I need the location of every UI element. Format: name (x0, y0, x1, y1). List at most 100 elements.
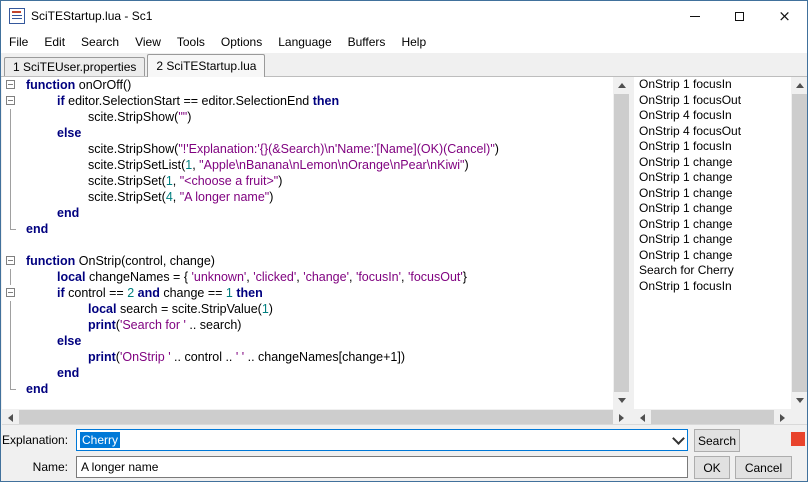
menu-item-buffers[interactable]: Buffers (340, 32, 394, 52)
scroll-down-icon[interactable] (791, 392, 808, 409)
minimize-icon (690, 16, 700, 17)
code-line[interactable]: print('Search for ' .. search) (2, 317, 613, 333)
code-line[interactable]: else (2, 125, 613, 141)
menu-bar: FileEditSearchViewToolsOptionsLanguageBu… (1, 31, 807, 53)
output-line: OnStrip 1 change (634, 248, 791, 264)
title-bar[interactable]: SciTEStartup.lua - Sc1 × (1, 1, 807, 31)
output-line: OnStrip 1 focusIn (634, 139, 791, 155)
output-line: OnStrip 4 focusIn (634, 108, 791, 124)
code-line[interactable]: else (2, 333, 613, 349)
cancel-button[interactable]: Cancel (735, 456, 792, 479)
output-line: OnStrip 1 focusIn (634, 77, 791, 93)
code-line[interactable]: scite.StripSet(1, "<choose a fruit>") (2, 173, 613, 189)
window-title: SciTEStartup.lua - Sc1 (31, 9, 152, 23)
fold-margin (2, 173, 20, 189)
output-pane[interactable]: OnStrip 1 focusInOnStrip 1 focusOutOnStr… (634, 77, 791, 409)
fold-collapse-icon[interactable] (2, 77, 20, 93)
code-line[interactable]: scite.StripSet(4, "A longer name") (2, 189, 613, 205)
content-area: function onOrOff()if editor.SelectionSta… (2, 77, 808, 426)
explanation-strip-row: Explanation: Cherry Search (2, 429, 808, 452)
fold-margin (2, 157, 20, 173)
output-hscroll-thumb[interactable] (651, 410, 774, 425)
minimize-button[interactable] (672, 1, 717, 31)
output-line: OnStrip 1 focusOut (634, 93, 791, 109)
output-vscroll-thumb[interactable] (792, 94, 807, 392)
menu-item-options[interactable]: Options (213, 32, 270, 52)
maximize-button[interactable] (717, 1, 762, 31)
code-line[interactable] (2, 237, 613, 253)
menu-item-tools[interactable]: Tools (169, 32, 213, 52)
fold-margin (2, 221, 20, 237)
fold-margin (2, 269, 20, 285)
menu-item-language[interactable]: Language (270, 32, 339, 52)
close-icon: × (778, 9, 791, 24)
fold-margin (2, 333, 20, 349)
name-input[interactable] (76, 456, 688, 478)
search-button[interactable]: Search (694, 429, 740, 452)
explanation-label: Explanation: (2, 429, 68, 452)
output-line: OnStrip 1 change (634, 170, 791, 186)
tab-1[interactable]: 1 SciTEUser.properties (4, 57, 145, 76)
combobox-selected-text: Cherry (80, 432, 120, 448)
code-line[interactable]: scite.StripSetList(1, "Apple\nBanana\nLe… (2, 157, 613, 173)
output-line: OnStrip 1 change (634, 232, 791, 248)
output-line: OnStrip 4 focusOut (634, 124, 791, 140)
code-line[interactable]: print('OnStrip ' .. control .. ' ' .. ch… (2, 349, 613, 365)
scroll-up-icon[interactable] (791, 77, 808, 94)
output-vertical-scrollbar[interactable] (791, 77, 808, 409)
scroll-up-icon[interactable] (613, 77, 630, 94)
editor-vscroll-thumb[interactable] (614, 94, 629, 392)
tab-2[interactable]: 2 SciTEStartup.lua (147, 54, 265, 77)
menu-item-edit[interactable]: Edit (36, 32, 73, 52)
name-label: Name: (2, 456, 68, 479)
fold-margin (2, 365, 20, 381)
output-line: Search for Cherry (634, 263, 791, 279)
code-line[interactable]: end (2, 205, 613, 221)
code-line[interactable]: scite.StripShow("!'Explanation:'{}(&Sear… (2, 141, 613, 157)
code-line[interactable]: local search = scite.StripValue(1) (2, 301, 613, 317)
scite-window: SciTEStartup.lua - Sc1 × FileEditSearchV… (0, 0, 808, 482)
fold-collapse-icon[interactable] (2, 285, 20, 301)
explanation-combobox[interactable]: Cherry (76, 429, 688, 451)
fold-margin (2, 301, 20, 317)
output-line: OnStrip 1 change (634, 186, 791, 202)
scroll-down-icon[interactable] (613, 392, 630, 409)
code-line[interactable]: scite.StripShow("") (2, 109, 613, 125)
editor-code[interactable]: function onOrOff()if editor.SelectionSta… (2, 77, 613, 409)
code-line[interactable]: end (2, 365, 613, 381)
chevron-down-icon[interactable] (669, 430, 687, 450)
output-line: OnStrip 1 change (634, 201, 791, 217)
output-line: OnStrip 1 focusIn (634, 279, 791, 295)
code-line[interactable]: if control == 2 and change == 1 then (2, 285, 613, 301)
fold-margin (2, 109, 20, 125)
maximize-icon (735, 12, 744, 21)
menu-item-help[interactable]: Help (393, 32, 434, 52)
fold-margin (2, 189, 20, 205)
output-line: OnStrip 1 change (634, 217, 791, 233)
code-line[interactable]: local changeNames = { 'unknown', 'clicke… (2, 269, 613, 285)
fold-margin (2, 237, 20, 253)
menu-item-view[interactable]: View (127, 32, 169, 52)
editor-vertical-scrollbar[interactable] (613, 77, 630, 409)
tab-bar: 1 SciTEUser.properties2 SciTEStartup.lua (1, 53, 807, 77)
fold-collapse-icon[interactable] (2, 93, 20, 109)
fold-margin (2, 349, 20, 365)
code-line[interactable]: function OnStrip(control, change) (2, 253, 613, 269)
menu-item-file[interactable]: File (1, 32, 36, 52)
fold-margin (2, 205, 20, 221)
output-line: OnStrip 1 change (634, 155, 791, 171)
menu-item-search[interactable]: Search (73, 32, 127, 52)
fold-margin (2, 381, 20, 397)
ok-button[interactable]: OK (694, 456, 730, 479)
code-line[interactable]: end (2, 221, 613, 237)
fold-collapse-icon[interactable] (2, 253, 20, 269)
code-line[interactable]: function onOrOff() (2, 77, 613, 93)
user-strips: Explanation: Cherry Search Name: OK Canc… (2, 424, 808, 480)
code-line[interactable]: if editor.SelectionStart == editor.Selec… (2, 93, 613, 109)
close-button[interactable]: × (762, 1, 807, 31)
editor-hscroll-thumb[interactable] (19, 410, 613, 425)
app-icon (9, 8, 25, 24)
code-line[interactable]: end (2, 381, 613, 397)
fold-margin (2, 141, 20, 157)
name-strip-row: Name: OK Cancel (2, 456, 808, 479)
